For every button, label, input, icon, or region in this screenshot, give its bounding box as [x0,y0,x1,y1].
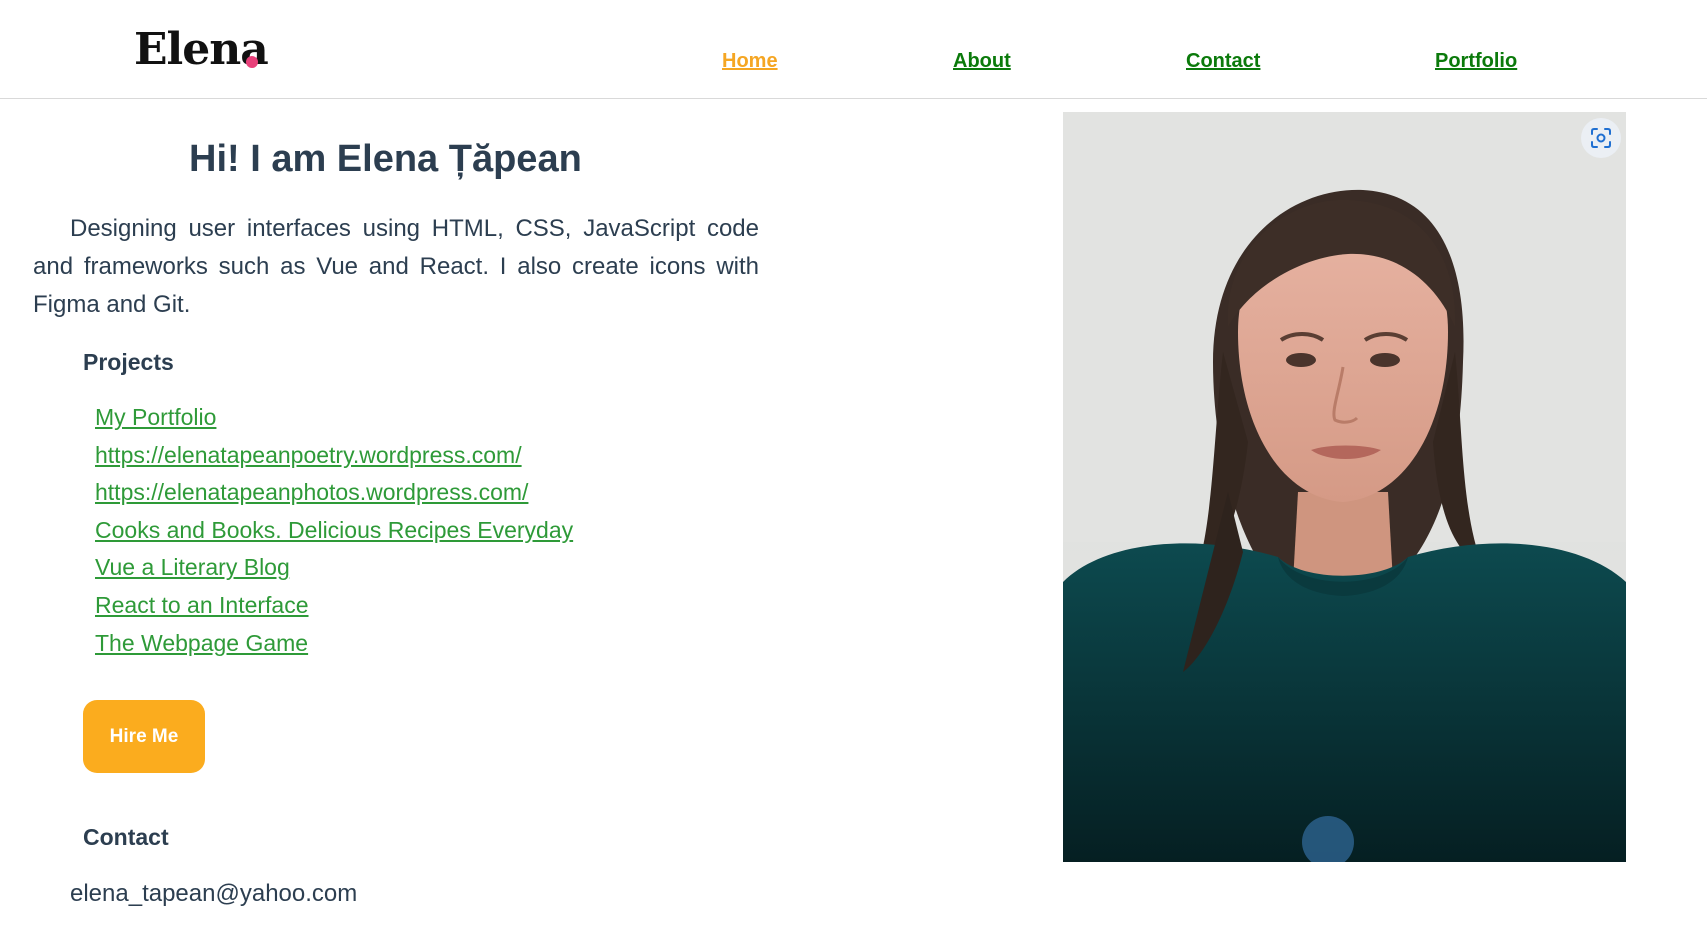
page-title: Hi! I am Elena Țăpean [189,138,582,180]
list-item: https://elenatapeanphotos.wordpress.com/ [95,474,573,512]
list-item: The Webpage Game [95,625,573,663]
profile-photo-illustration [1063,112,1626,862]
project-link-poetry[interactable]: https://elenatapeanpoetry.wordpress.com/ [95,442,522,468]
contact-heading: Contact [83,824,169,850]
scan-icon [1591,128,1611,148]
contact-email: elena_tapean@yahoo.com [70,880,358,907]
list-item: https://elenatapeanpoetry.wordpress.com/ [95,437,573,475]
profile-photo [1063,112,1626,862]
project-link-cooks-and-books[interactable]: Cooks and Books. Delicious Recipes Every… [95,517,573,543]
project-link-vue-blog[interactable]: Vue a Literary Blog [95,554,290,580]
list-item: Vue a Literary Blog [95,549,573,587]
intro-text: Designing user interfaces using HTML, CS… [33,215,759,318]
nav-link-about[interactable]: About [953,49,1011,73]
project-link-webpage-game[interactable]: The Webpage Game [95,630,308,656]
list-item: React to an Interface [95,587,573,625]
project-link-my-portfolio[interactable]: My Portfolio [95,404,216,430]
nav-link-contact[interactable]: Contact [1186,49,1260,73]
nav-link-portfolio[interactable]: Portfolio [1435,49,1517,73]
logo-dot [246,56,258,68]
site-header: Elena Home About Contact Portfolio [0,0,1707,99]
logo[interactable]: Elena [134,22,269,78]
project-link-react-interface[interactable]: React to an Interface [95,592,309,618]
list-item: Cooks and Books. Delicious Recipes Every… [95,512,573,550]
list-item: My Portfolio [95,399,573,437]
visual-search-button[interactable] [1581,118,1621,158]
projects-heading: Projects [83,349,174,375]
project-link-photos[interactable]: https://elenatapeanphotos.wordpress.com/ [95,479,528,505]
page: Elena Home About Contact Portfolio Hi! I… [0,0,1707,926]
nav-link-home[interactable]: Home [722,49,778,73]
projects-list: My Portfolio https://elenatapeanpoetry.w… [95,399,573,662]
hire-me-button[interactable]: Hire Me [83,700,205,773]
